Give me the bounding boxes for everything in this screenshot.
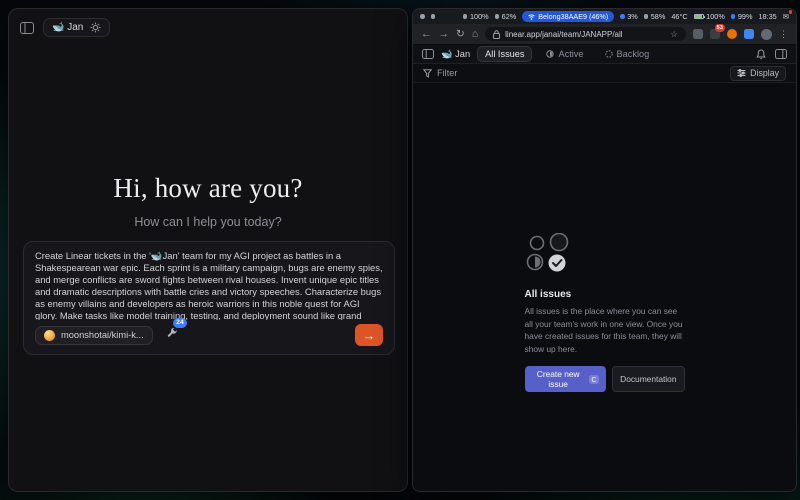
- sidebar-toggle-icon[interactable]: [20, 22, 34, 34]
- issue-status-icons: [525, 233, 577, 273]
- extensions-puzzle-icon[interactable]: [693, 29, 703, 39]
- battery-indicator: 100%: [694, 12, 725, 21]
- chat-input-text[interactable]: Create Linear tickets in the '🐋Jan' team…: [35, 250, 383, 320]
- memory-icon: [731, 14, 736, 19]
- back-icon[interactable]: ←: [421, 29, 432, 40]
- brightness-indicator: 62%: [495, 12, 517, 21]
- filter-funnel-icon: [423, 69, 432, 78]
- tab-all-issues[interactable]: All Issues: [477, 46, 532, 62]
- tab-active[interactable]: Active: [539, 47, 590, 61]
- linear-content: All issues All issues is the place where…: [413, 83, 796, 491]
- clock: 18:35: [758, 12, 776, 21]
- display-sliders-icon: [737, 69, 746, 77]
- jan-topbar: 🐋 Jan: [9, 9, 407, 37]
- extension-icon[interactable]: [744, 29, 754, 39]
- gpu-indicator: 3%: [620, 12, 638, 21]
- linear-sidebar-toggle-icon[interactable]: [422, 49, 434, 59]
- display-button[interactable]: Display: [730, 66, 786, 81]
- site-security-icon: [493, 30, 500, 39]
- in-progress-status-icon: [546, 50, 554, 58]
- settings-gear-icon[interactable]: [90, 22, 101, 33]
- chat-input-box[interactable]: Create Linear tickets in the '🐋Jan' team…: [23, 241, 395, 355]
- backlog-status-icon: [605, 50, 613, 58]
- profile-avatar[interactable]: [761, 29, 772, 40]
- filter-button[interactable]: Filter: [423, 68, 457, 78]
- browser-window: 100% 62% Belong38AAE9 (46%) 3% 58% 46°C: [412, 8, 797, 492]
- home-icon[interactable]: ⌂: [472, 29, 478, 40]
- url-text: linear.app/janai/team/JANAPP/all: [505, 30, 665, 39]
- tab-backlog[interactable]: Backlog: [598, 47, 657, 61]
- forward-icon[interactable]: →: [439, 29, 450, 40]
- memory-indicator: 99%: [731, 12, 753, 21]
- cpu-indicator: 58%: [644, 12, 666, 21]
- greeting-subtitle: How can I help you today?: [9, 215, 407, 229]
- empty-state-title: All issues: [525, 289, 685, 300]
- notifications-bell-icon[interactable]: [756, 49, 766, 60]
- desktop: 🐋 Jan Hi, how are you? How can I help yo…: [0, 0, 800, 500]
- greeting-block: Hi, how are you? How can I help you toda…: [9, 173, 407, 229]
- temperature-indicator: 46°C: [671, 12, 687, 21]
- bookmark-star-icon[interactable]: ☆: [670, 29, 678, 40]
- linear-team-label[interactable]: 🐋 Jan: [441, 49, 470, 60]
- team-selector[interactable]: 🐋 Jan: [43, 18, 110, 37]
- linear-tabbar: 🐋 Jan All Issues Active Backlog: [413, 45, 796, 64]
- battery-icon: [694, 14, 704, 19]
- wifi-network-pill[interactable]: Belong38AAE9 (46%): [522, 11, 614, 22]
- tools-button[interactable]: 24: [166, 326, 178, 344]
- right-panel-icon[interactable]: [775, 49, 787, 59]
- system-status-bar: 100% 62% Belong38AAE9 (46%) 3% 58% 46°C: [413, 9, 796, 24]
- volume-indicator: 100%: [463, 12, 489, 21]
- greeting-heading: Hi, how are you?: [9, 173, 407, 204]
- browser-menu-icon[interactable]: ⋮: [779, 29, 788, 40]
- keyboard-shortcut-badge: C: [589, 375, 599, 384]
- tray-icon[interactable]: [431, 14, 436, 19]
- cpu-icon: [644, 14, 649, 19]
- wifi-icon: [528, 14, 535, 20]
- documentation-button[interactable]: Documentation: [612, 366, 684, 392]
- create-new-issue-button[interactable]: Create new issue C: [525, 366, 607, 392]
- address-bar[interactable]: linear.app/janai/team/JANAPP/all ☆: [485, 27, 686, 41]
- browser-toolbar: ← → ↻ ⌂ linear.app/janai/team/JANAPP/all…: [413, 24, 796, 45]
- linear-filterbar: Filter Display: [413, 64, 796, 83]
- tools-count-badge: 24: [173, 318, 188, 328]
- mail-icon: ✉: [783, 12, 789, 21]
- all-issues-empty-state: All issues All issues is the place where…: [525, 233, 685, 392]
- model-provider-icon: [44, 330, 55, 341]
- empty-state-actions: Create new issue C Documentation: [525, 366, 685, 392]
- reload-icon[interactable]: ↻: [456, 29, 465, 40]
- notification-dot: [789, 10, 793, 14]
- team-label: 🐋 Jan: [52, 22, 83, 33]
- brightness-icon: [495, 14, 500, 19]
- tray-icon[interactable]: [420, 14, 425, 19]
- model-name: moonshotai/kimi-k...: [61, 330, 144, 340]
- send-arrow-icon: →: [363, 329, 376, 342]
- extension-icon[interactable]: 53: [710, 29, 720, 39]
- extension-badge: 53: [715, 24, 725, 32]
- jan-app-window: 🐋 Jan Hi, how are you? How can I help yo…: [8, 8, 408, 492]
- model-selector[interactable]: moonshotai/kimi-k...: [35, 326, 153, 345]
- mail-button[interactable]: ✉: [783, 12, 789, 21]
- chat-input-controls: moonshotai/kimi-k... 24 →: [35, 324, 383, 346]
- send-button[interactable]: →: [355, 324, 383, 346]
- tabbar-right: [756, 49, 787, 60]
- wrench-icon: [166, 326, 178, 343]
- speaker-icon: [463, 14, 468, 19]
- empty-state-description: All issues is the place where you can se…: [525, 305, 685, 355]
- gpu-icon: [620, 14, 625, 19]
- extension-icon[interactable]: [727, 29, 737, 39]
